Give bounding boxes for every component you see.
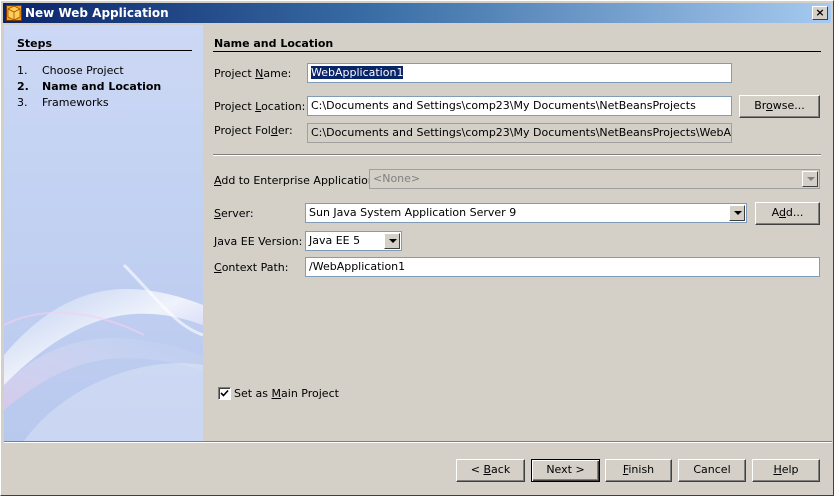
title-bar[interactable]: New Web Application × <box>3 3 831 23</box>
back-button[interactable]: < Back <box>456 459 525 482</box>
server-dropdown[interactable]: Sun Java System Application Server 9 <box>305 203 747 223</box>
finish-button[interactable]: Finish <box>605 459 672 482</box>
panel-title-divider <box>213 51 821 52</box>
enterprise-application-value: <None> <box>373 172 421 185</box>
step-number: 3. <box>17 96 28 109</box>
chevron-down-icon[interactable] <box>729 205 745 221</box>
close-button[interactable]: × <box>812 6 828 20</box>
new-web-application-dialog: New Web Application × Steps 1. Choose Pr… <box>0 0 834 496</box>
step-name-and-location: 2. Name and Location <box>17 80 161 93</box>
name-and-location-panel: Name and Location Project Name: WebAppli… <box>203 25 832 441</box>
step-label: Name and Location <box>42 80 162 93</box>
close-icon: × <box>815 6 825 19</box>
main-project-checkbox[interactable] <box>218 387 231 400</box>
project-location-input[interactable]: C:\Documents and Settings\comp23\My Docu… <box>307 96 732 116</box>
help-button[interactable]: Help <box>752 459 820 482</box>
add-server-button[interactable]: Add... <box>755 202 820 225</box>
footer-separator <box>4 441 832 443</box>
project-location-label: Project Location: <box>214 100 306 113</box>
java-ee-version-dropdown[interactable]: Java EE 5 <box>305 231 402 251</box>
step-number: 2. <box>17 80 29 93</box>
cancel-button[interactable]: Cancel <box>678 459 746 482</box>
project-name-label: Project Name: <box>214 67 292 80</box>
enterprise-application-dropdown: <None> <box>369 169 820 189</box>
step-label: Choose Project <box>42 64 124 77</box>
chevron-down-icon[interactable] <box>384 233 400 249</box>
checkmark-icon <box>220 389 229 397</box>
step-frameworks: 3. Frameworks <box>17 96 109 109</box>
java-ee-version-label: Java EE Version: <box>214 235 303 248</box>
server-value: Sun Java System Application Server 9 <box>309 206 517 219</box>
next-button[interactable]: Next > <box>531 459 600 482</box>
panel-title: Name and Location <box>214 37 334 50</box>
java-ee-version-value: Java EE 5 <box>309 234 361 247</box>
steps-heading-divider <box>16 50 192 51</box>
netbeans-app-icon <box>6 5 22 21</box>
project-name-value: WebApplication1 <box>311 66 404 79</box>
step-number: 1. <box>17 64 28 77</box>
main-project-label[interactable]: Set as Main Project <box>234 387 339 400</box>
steps-heading: Steps <box>17 37 53 50</box>
context-path-input[interactable]: /WebApplication1 <box>305 257 820 277</box>
chevron-down-icon <box>802 171 818 187</box>
browse-button[interactable]: Browse... <box>739 95 820 118</box>
project-name-input[interactable]: WebApplication1 <box>307 63 732 83</box>
step-label: Frameworks <box>42 96 109 109</box>
enterprise-application-label: Add to Enterprise Application: <box>214 174 379 187</box>
context-path-label: Context Path: <box>214 261 289 274</box>
section-separator <box>213 154 821 156</box>
window-title: New Web Application <box>25 6 169 20</box>
steps-sidebar: Steps 1. Choose Project 2. Name and Locati… <box>4 25 203 441</box>
project-folder-field: C:\Documents and Settings\comp23\My Docu… <box>307 123 732 143</box>
server-label: Server: <box>214 207 254 220</box>
step-choose-project: 1. Choose Project <box>17 64 124 77</box>
project-folder-label: Project Folder: <box>214 124 293 137</box>
